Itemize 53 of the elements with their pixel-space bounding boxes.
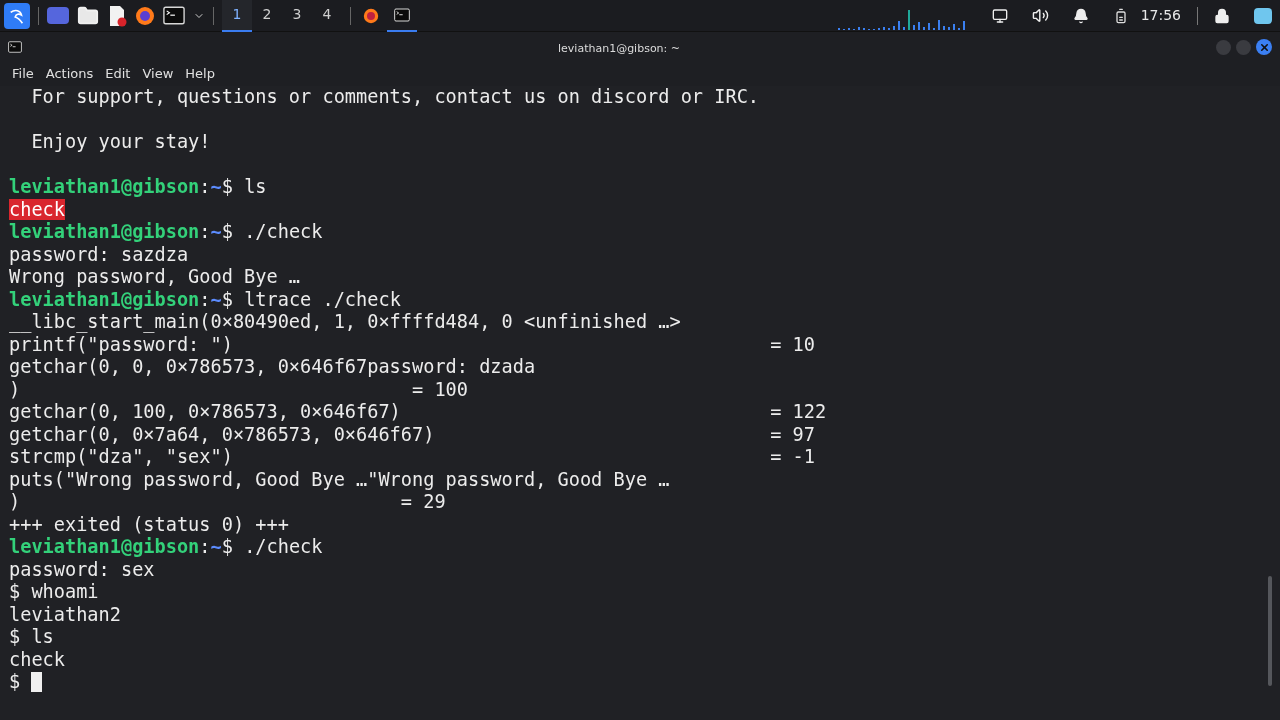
terminal-output-line: Enjoy your stay! <box>30 131 211 154</box>
terminal-output-line: strcmp("dza", "sex") = -1 <box>9 446 815 469</box>
terminal-output-line: password: sazdza <box>9 243 189 266</box>
text-editor-icon[interactable] <box>107 4 127 27</box>
terminal-output-line: For support, questions or comments, contact us on discord or IRC. <box>30 86 760 109</box>
lock-icon[interactable] <box>1214 7 1230 24</box>
terminal-output-line: getchar(0, 100, 0×786573, 0×646f67) = 122 <box>9 401 827 424</box>
scrollbar[interactable] <box>1268 576 1272 686</box>
menu-item[interactable]: View <box>136 64 180 84</box>
volume-icon[interactable] <box>1031 7 1049 24</box>
terminal-output-line: +++ exited (status 0) +++ <box>9 513 289 536</box>
menu-item[interactable]: Help <box>179 64 221 84</box>
terminal-output-line: $ ls <box>9 626 54 649</box>
terminal-output-line: $ whoami <box>9 581 99 604</box>
close-icon <box>1258 41 1270 53</box>
terminal-window-icon[interactable] <box>394 7 410 22</box>
prompt-line: leviathan1@gibson:~$ ltrace ./check <box>9 288 401 311</box>
shell-prompt: $ <box>9 671 22 694</box>
terminal-output-line: __libc_start_main(0×80490ed, 1, 0×ffffd484, 0 <unfinished …> <box>9 311 681 334</box>
workspace-button[interactable]: 3 <box>282 0 312 32</box>
executable-file-name: check <box>9 198 65 220</box>
workspace-button[interactable]: 2 <box>252 0 282 32</box>
prompt-line: leviathan1@gibson:~$ ./check <box>9 536 323 559</box>
menu-item[interactable]: Actions <box>39 64 100 84</box>
browser-icon[interactable] <box>135 5 155 26</box>
terminal-output-line: check <box>9 648 65 671</box>
desktop-icon[interactable] <box>47 7 69 24</box>
window-title: leviathan1@gibson: ~ <box>558 42 680 55</box>
notification-icon[interactable] <box>1072 7 1089 24</box>
network-icon[interactable] <box>991 7 1008 24</box>
workspace-button[interactable]: 4 <box>312 0 342 32</box>
menu-item[interactable]: File <box>6 64 40 84</box>
terminal-output-line: leviathan2 <box>9 603 121 626</box>
browser-window-icon[interactable] <box>363 7 379 24</box>
folder-icon[interactable] <box>77 4 99 27</box>
app-menu-icon[interactable] <box>4 2 30 29</box>
prompt-line: leviathan1@gibson:~$ ./check <box>9 221 323 244</box>
terminal-icon[interactable] <box>163 6 185 25</box>
terminal-output-line: password: sex <box>9 558 155 581</box>
menu-item[interactable]: Edit <box>99 64 137 84</box>
close-button[interactable] <box>1256 39 1272 55</box>
window-terminal-icon[interactable] <box>8 41 22 53</box>
workspace-button[interactable]: 1 <box>222 0 252 32</box>
terminal-output-line: getchar(0, 0×7a64, 0×786573, 0×646f67) = 97 <box>9 423 815 446</box>
terminal-output-line: puts("Wrong password, Good Bye …"Wrong password, Good Bye … <box>9 468 670 491</box>
text-cursor <box>31 672 43 693</box>
terminal-output-line: printf("password: ") = 10 <box>9 333 815 356</box>
prompt-line: leviathan1@gibson:~$ ls <box>9 176 267 199</box>
terminal-output-line: ) = 29 <box>9 491 446 514</box>
clock[interactable]: 17:56 <box>1140 5 1181 26</box>
terminal-output-line: getchar(0, 0, 0×786573, 0×646f67password: dzada <box>9 356 536 379</box>
terminal-output-line: Wrong password, Good Bye … <box>9 266 301 289</box>
terminal-output-line: ) = 100 <box>9 378 468 401</box>
